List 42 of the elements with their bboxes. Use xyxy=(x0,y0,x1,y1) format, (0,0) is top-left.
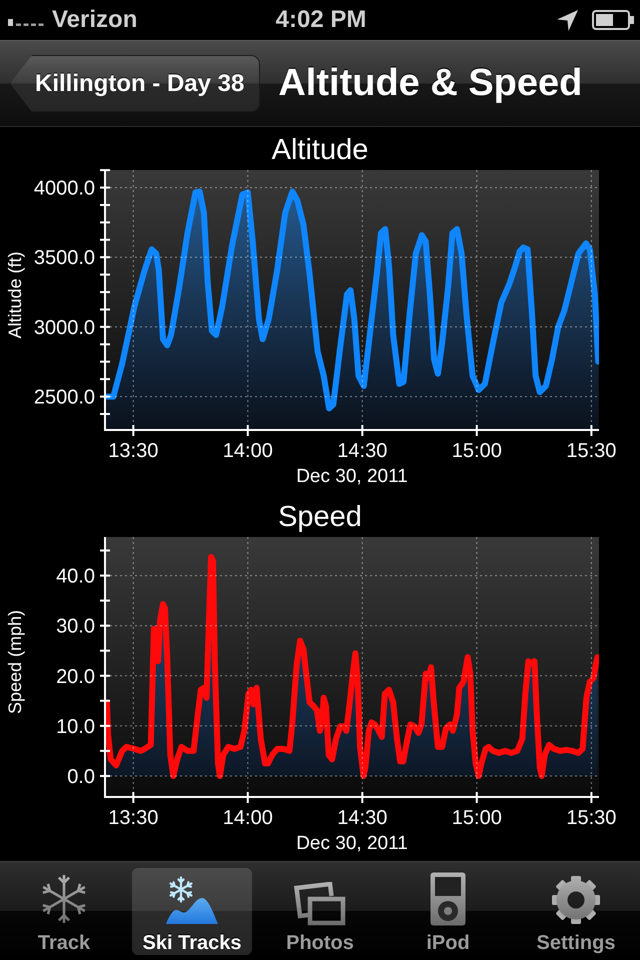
signal-icon xyxy=(8,16,46,26)
tick-label: 14:30 xyxy=(337,807,388,829)
tick-label: 0.0 xyxy=(67,766,95,788)
tick-label: 13:30 xyxy=(108,807,158,829)
tick-label: 10.0 xyxy=(56,716,95,738)
chart-title: Altitude xyxy=(272,134,368,166)
tab[interactable]: Track xyxy=(4,868,124,955)
tick-label: 30.0 xyxy=(56,616,95,638)
screen-title: Altitude & Speed xyxy=(278,62,582,105)
axis-label: Altitude (ft) xyxy=(5,251,25,339)
tick-label: 13:30 xyxy=(108,440,158,462)
location-arrow-icon xyxy=(557,10,578,30)
tick-label: 3500.0 xyxy=(34,247,95,270)
tab[interactable]: iPod xyxy=(388,868,508,955)
settings-icon xyxy=(550,874,602,926)
back-button[interactable]: Killington - Day 38 xyxy=(10,55,260,112)
tick-label: 14:00 xyxy=(222,440,273,462)
tick-label: 14:00 xyxy=(222,807,273,829)
axis-label: Speed (mph) xyxy=(5,610,25,714)
axis-label: Dec 30, 2011 xyxy=(296,833,408,854)
tick-label: 40.0 xyxy=(56,566,95,588)
tick-label: 3000.0 xyxy=(34,316,95,339)
tab[interactable]: Settings xyxy=(516,868,636,955)
carrier-name: Verizon xyxy=(52,6,138,34)
picture-frames-icon xyxy=(294,882,346,926)
chart-title: Speed xyxy=(278,501,362,533)
snowflake-icon xyxy=(40,872,88,926)
tick-label: 4000.0 xyxy=(34,178,95,200)
tick-label: 2500.0 xyxy=(34,386,95,409)
tick-label: 20.0 xyxy=(56,666,95,688)
tick-label: 15:00 xyxy=(452,440,502,462)
tab[interactable]: Photos xyxy=(260,868,380,955)
axis-label: Dec 30, 2011 xyxy=(296,466,408,487)
tab[interactable]: Ski Tracks xyxy=(132,868,252,955)
tick-label: 15:00 xyxy=(452,807,502,829)
snowflake-mountain-icon xyxy=(165,876,219,926)
music-player-icon xyxy=(430,872,466,926)
tick-label: 15:30 xyxy=(566,440,616,462)
battery-icon xyxy=(592,10,634,30)
clock-time: 4:02 PM xyxy=(276,6,366,34)
tick-label: 14:30 xyxy=(337,440,388,462)
tick-label: 15:30 xyxy=(566,807,616,829)
